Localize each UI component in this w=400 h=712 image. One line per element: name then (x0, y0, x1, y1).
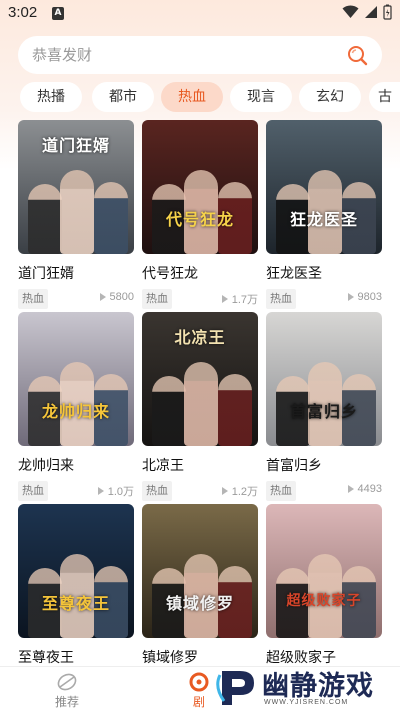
drama-title[interactable]: 狂龙医圣 (266, 263, 382, 282)
genre-tag: 热血 (142, 289, 172, 309)
drama-cover[interactable]: 龙帅归来 (18, 312, 134, 446)
drama-title[interactable]: 龙帅归来 (18, 455, 134, 474)
play-icon (347, 485, 354, 493)
search-bar[interactable] (18, 36, 382, 74)
drama-meta: 热血 4493 (266, 481, 382, 501)
cover-title-art: 狂龙医圣 (289, 210, 358, 229)
cover-title-art: 首富归乡 (289, 402, 358, 421)
tab-urban[interactable]: 都市 (92, 82, 154, 112)
drama-cover[interactable]: 超级败家子 (266, 504, 382, 638)
battery-icon (383, 4, 392, 20)
view-count-text: 1.7万 (231, 294, 258, 306)
view-count: 1.7万 (221, 291, 258, 307)
cover-figure (28, 184, 62, 254)
drama-meta: 热血 9803 (266, 289, 382, 309)
nav-recommend-label: 推荐 (54, 695, 79, 709)
genre-tag: 热血 (142, 481, 172, 501)
drama-title[interactable]: 超级败家子 (266, 647, 382, 666)
view-count-text: 5800 (109, 291, 134, 303)
cover-figure (152, 376, 186, 446)
drama-card[interactable]: 道门狂婿 道门狂婿 热血 5800 (18, 120, 134, 309)
cover-figure (218, 374, 252, 446)
cover-title-art: 超级败家子 (286, 593, 362, 609)
view-count: 9803 (347, 291, 382, 303)
status-bar: 3:02 A (0, 0, 400, 28)
drama-card[interactable]: 北凉王 北凉王 热血 1.2万 (142, 312, 258, 501)
drama-cover[interactable]: 首富归乡 (266, 312, 382, 446)
drama-cover[interactable]: 代号狂龙 (142, 120, 258, 254)
watermark-logo-icon (216, 671, 254, 705)
genre-tag: 热血 (266, 289, 296, 309)
tab-romance[interactable]: 现言 (230, 82, 292, 112)
cover-title-art: 龙帅归来 (41, 402, 110, 421)
cover-title-art: 道门狂婿 (41, 136, 110, 155)
drama-title[interactable]: 道门狂婿 (18, 263, 134, 282)
drama-title[interactable]: 镇域修罗 (142, 647, 258, 666)
play-icon (221, 487, 228, 495)
genre-tag: 热血 (18, 289, 48, 309)
drama-cover[interactable]: 道门狂婿 (18, 120, 134, 254)
watermark-name: 幽静游戏 (262, 671, 374, 702)
notification-icon: A (52, 7, 64, 20)
watermark-url: WWW.YJISREN.COM (264, 699, 349, 706)
status-icons (342, 4, 392, 20)
nav-drama[interactable]: 剧 (182, 671, 216, 710)
view-count: 1.2万 (221, 483, 258, 499)
drama-card[interactable]: 首富归乡 首富归乡 热血 4493 (266, 312, 382, 501)
tab-hot[interactable]: 热播 (20, 82, 82, 112)
cover-figure (94, 182, 128, 254)
view-count: 4493 (347, 483, 382, 495)
search-input[interactable] (32, 36, 332, 74)
play-icon (97, 487, 104, 495)
drama-meta: 热血 1.7万 (142, 289, 258, 309)
drama-card[interactable]: 至尊夜王 至尊夜王 (18, 504, 134, 666)
drama-cover[interactable]: 狂龙医圣 (266, 120, 382, 254)
drama-card[interactable]: 代号狂龙 代号狂龙 热血 1.7万 (142, 120, 258, 309)
nav-drama-label: 剧 (192, 695, 205, 709)
search-icon[interactable] (346, 44, 368, 66)
drama-title[interactable]: 北凉王 (142, 455, 258, 474)
tab-fantasy[interactable]: 玄幻 (299, 82, 361, 112)
drama-cover[interactable]: 北凉王 (142, 312, 258, 446)
play-icon (221, 295, 228, 303)
view-count-text: 9803 (357, 291, 382, 303)
view-count-text: 1.0万 (107, 486, 134, 498)
cover-figure (184, 362, 218, 446)
nav-recommend[interactable]: 推荐 (50, 671, 84, 710)
drama-title[interactable]: 代号狂龙 (142, 263, 258, 282)
genre-tag: 热血 (266, 481, 296, 501)
drama-meta: 热血 1.0万 (18, 481, 134, 501)
drama-cover[interactable]: 至尊夜王 (18, 504, 134, 638)
signal-icon (365, 6, 377, 18)
drama-card[interactable]: 龙帅归来 龙帅归来 热血 1.0万 (18, 312, 134, 501)
cover-title-art: 镇域修罗 (165, 594, 234, 613)
recommend-icon (57, 673, 77, 691)
drama-card[interactable]: 狂龙医圣 狂龙医圣 热血 9803 (266, 120, 382, 309)
category-tabs: 热播 都市 热血 现言 玄幻 古 (20, 82, 400, 112)
drama-cover[interactable]: 镇域修罗 (142, 504, 258, 638)
play-icon (99, 293, 106, 301)
cover-figure (60, 170, 94, 254)
view-count: 5800 (99, 291, 134, 303)
cover-title-art: 北凉王 (174, 328, 226, 347)
drama-meta: 热血 1.2万 (142, 481, 258, 501)
drama-icon (189, 672, 209, 692)
tab-passion[interactable]: 热血 (161, 82, 223, 112)
drama-card[interactable]: 超级败家子 超级败家子 (266, 504, 382, 666)
genre-tag: 热血 (18, 481, 48, 501)
view-count-text: 4493 (357, 483, 382, 495)
cover-title-art: 代号狂龙 (165, 210, 234, 229)
drama-title[interactable]: 至尊夜王 (18, 647, 134, 666)
tab-ancient[interactable]: 古 (369, 82, 400, 112)
view-count-text: 1.2万 (231, 486, 258, 498)
cover-title-art: 至尊夜王 (41, 594, 110, 613)
view-count: 1.0万 (97, 483, 134, 499)
drama-card[interactable]: 镇域修罗 镇域修罗 (142, 504, 258, 666)
drama-meta: 热血 5800 (18, 289, 134, 309)
status-time: 3:02 (8, 4, 38, 21)
play-icon (347, 293, 354, 301)
watermark: 幽静游戏 WWW.YJISREN.COM (212, 664, 400, 712)
drama-title[interactable]: 首富归乡 (266, 455, 382, 474)
wifi-icon (342, 5, 359, 18)
